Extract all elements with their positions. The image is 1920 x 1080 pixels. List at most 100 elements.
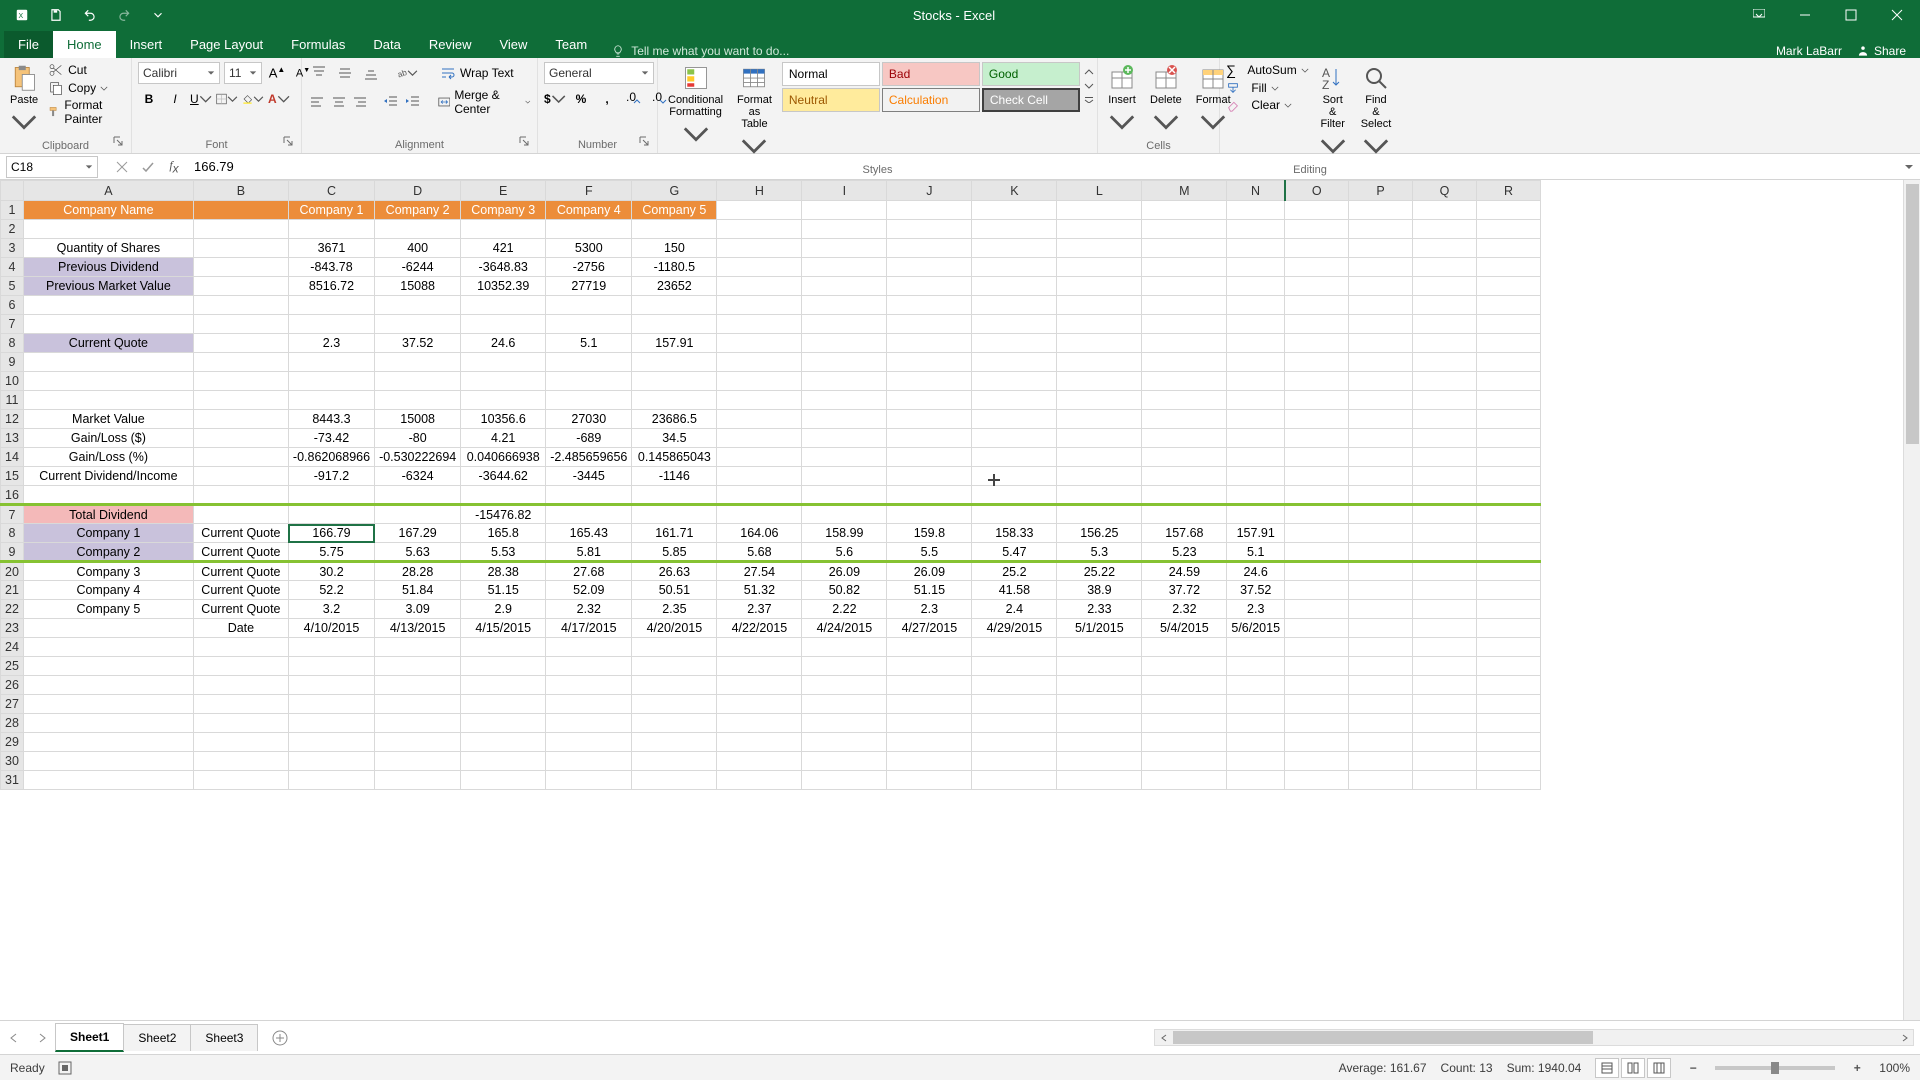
underline-button[interactable]: U — [190, 88, 212, 110]
cell[interactable] — [1227, 505, 1285, 524]
cell[interactable]: 4.21 — [461, 429, 546, 448]
cell[interactable] — [1477, 448, 1541, 467]
cell[interactable] — [1057, 391, 1142, 410]
cell[interactable]: -843.78 — [288, 258, 374, 277]
cell[interactable] — [461, 296, 546, 315]
cell[interactable] — [1142, 771, 1227, 790]
cell[interactable] — [1227, 372, 1285, 391]
col-header[interactable]: K — [972, 181, 1057, 201]
cell[interactable]: 5/6/2015 — [1227, 619, 1285, 638]
cell[interactable]: 3.09 — [375, 600, 461, 619]
cell[interactable]: 23652 — [632, 277, 717, 296]
merge-center-button[interactable]: Merge & Center — [438, 88, 531, 116]
cell[interactable] — [1057, 752, 1142, 771]
cell[interactable]: Market Value — [23, 410, 193, 429]
cell[interactable] — [1285, 353, 1349, 372]
cell[interactable] — [887, 733, 972, 752]
cell[interactable] — [1057, 220, 1142, 239]
cell[interactable] — [288, 638, 374, 657]
cell[interactable] — [717, 429, 802, 448]
cell[interactable]: 167.29 — [375, 524, 461, 543]
sheet-tab-1[interactable]: Sheet1 — [55, 1023, 124, 1052]
cell[interactable]: 2.32 — [1142, 600, 1227, 619]
cell[interactable]: Company 2 — [23, 543, 193, 562]
cell[interactable] — [1349, 562, 1413, 581]
cell[interactable] — [546, 771, 632, 790]
name-box[interactable]: C18 — [6, 156, 98, 178]
cell[interactable]: 2.35 — [632, 600, 717, 619]
cell[interactable] — [1413, 201, 1477, 220]
fill-color-button[interactable] — [242, 88, 264, 110]
cell[interactable] — [1142, 448, 1227, 467]
grid[interactable]: A B C D E F G H I J K L M N O P Q R 1Com… — [0, 180, 1541, 790]
cell[interactable] — [1349, 752, 1413, 771]
cell[interactable]: Company 5 — [23, 600, 193, 619]
cell[interactable] — [1285, 410, 1349, 429]
cell[interactable] — [802, 410, 887, 429]
cell[interactable] — [288, 771, 374, 790]
cell[interactable] — [1413, 258, 1477, 277]
cell[interactable] — [23, 771, 193, 790]
minimize-icon[interactable] — [1782, 0, 1828, 30]
cell[interactable]: 38.9 — [1057, 581, 1142, 600]
cell[interactable] — [1057, 505, 1142, 524]
cell[interactable]: 156.25 — [1057, 524, 1142, 543]
cell[interactable] — [1349, 429, 1413, 448]
cell[interactable]: 4/10/2015 — [288, 619, 374, 638]
cell[interactable] — [1285, 638, 1349, 657]
cell[interactable] — [1142, 676, 1227, 695]
cell[interactable] — [1057, 657, 1142, 676]
cell[interactable] — [1413, 562, 1477, 581]
cell[interactable] — [717, 771, 802, 790]
cell[interactable] — [288, 657, 374, 676]
row-header[interactable]: 28 — [1, 714, 24, 733]
cell[interactable]: 24.6 — [1227, 562, 1285, 581]
col-header[interactable]: L — [1057, 181, 1142, 201]
cell[interactable] — [546, 676, 632, 695]
cell[interactable] — [1057, 372, 1142, 391]
cell[interactable] — [972, 657, 1057, 676]
cell[interactable] — [1227, 239, 1285, 258]
cell[interactable] — [1349, 391, 1413, 410]
cell[interactable] — [288, 315, 374, 334]
cell[interactable]: 10356.6 — [461, 410, 546, 429]
user-name[interactable]: Mark LaBarr — [1776, 44, 1842, 58]
cell[interactable]: Previous Market Value — [23, 277, 193, 296]
cell[interactable] — [288, 486, 374, 505]
cell[interactable] — [1477, 733, 1541, 752]
row-header[interactable]: 29 — [1, 733, 24, 752]
cell[interactable] — [1057, 315, 1142, 334]
cell[interactable] — [632, 486, 717, 505]
cell[interactable] — [1285, 562, 1349, 581]
cell[interactable] — [1349, 372, 1413, 391]
zoom-thumb[interactable] — [1771, 1062, 1779, 1074]
align-top-button[interactable] — [308, 62, 330, 84]
format-as-table-button[interactable]: Format as Table — [733, 62, 776, 162]
cell[interactable] — [1227, 752, 1285, 771]
cell[interactable] — [972, 429, 1057, 448]
cell[interactable] — [1413, 486, 1477, 505]
cell[interactable]: 5.81 — [546, 543, 632, 562]
cell[interactable] — [193, 220, 288, 239]
cell[interactable] — [1227, 296, 1285, 315]
cell[interactable] — [193, 467, 288, 486]
cell[interactable] — [1142, 296, 1227, 315]
cell[interactable] — [1349, 619, 1413, 638]
cell[interactable] — [1413, 505, 1477, 524]
cell[interactable]: 4/22/2015 — [717, 619, 802, 638]
cell[interactable] — [972, 448, 1057, 467]
cell[interactable] — [1057, 638, 1142, 657]
cell[interactable] — [972, 676, 1057, 695]
cell[interactable]: 4/20/2015 — [632, 619, 717, 638]
fx-button[interactable]: fx — [162, 156, 186, 178]
cell[interactable] — [193, 429, 288, 448]
cell[interactable] — [375, 714, 461, 733]
cell[interactable] — [887, 334, 972, 353]
cell[interactable] — [193, 657, 288, 676]
cell[interactable] — [1227, 220, 1285, 239]
cell[interactable] — [1285, 600, 1349, 619]
cell[interactable]: -73.42 — [288, 429, 374, 448]
cell[interactable]: 51.15 — [461, 581, 546, 600]
cell[interactable] — [375, 391, 461, 410]
cell[interactable] — [887, 429, 972, 448]
